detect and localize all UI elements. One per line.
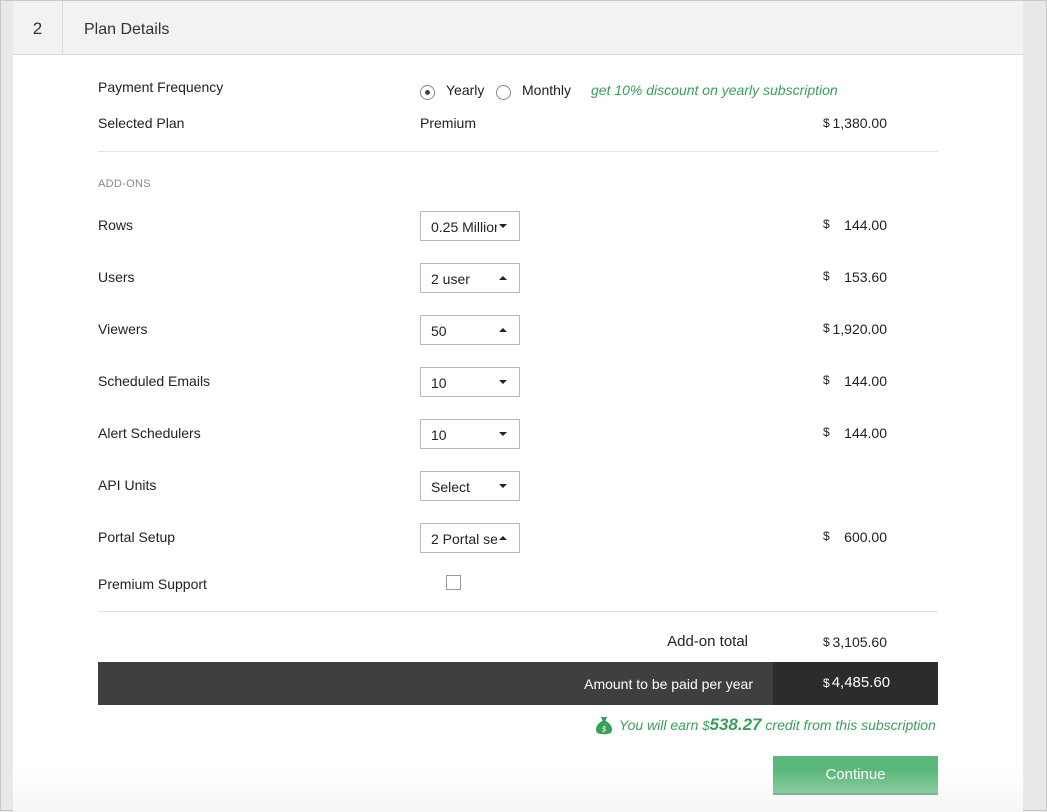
- yearly-radio[interactable]: [420, 85, 435, 100]
- payment-frequency-label: Payment Frequency: [98, 79, 224, 95]
- viewers-select[interactable]: 50: [420, 315, 520, 345]
- select-value: 2 user: [431, 271, 470, 287]
- addon-label: Premium Support: [98, 576, 207, 592]
- chevron-up-icon: [499, 328, 507, 332]
- divider: [98, 151, 938, 152]
- chevron-up-icon: [499, 536, 507, 540]
- step-title: Plan Details: [84, 21, 170, 38]
- currency-symbol: $: [823, 529, 830, 543]
- addon-label: Portal Setup: [98, 529, 176, 545]
- window-frame: 2 Plan Details Payment Frequency Yearly …: [0, 0, 1047, 812]
- currency-symbol: $: [823, 373, 830, 387]
- addons-heading: ADD-ONS: [98, 178, 151, 190]
- divider: [98, 611, 938, 612]
- monthly-radio-label[interactable]: Monthly: [522, 82, 571, 98]
- addon-total-label: Add-on total: [667, 633, 748, 650]
- addon-label: Alert Schedulers: [98, 425, 201, 441]
- currency-symbol: $: [823, 116, 830, 130]
- select-value: 0.25 Million: [431, 219, 497, 235]
- premium-support-checkbox[interactable]: [446, 575, 461, 590]
- rows-select[interactable]: 0.25 Million: [420, 211, 520, 241]
- credit-note: $ You will earn $538.27 credit from this…: [595, 713, 938, 739]
- alert-schedulers-select[interactable]: 10: [420, 419, 520, 449]
- currency-symbol: $: [823, 269, 830, 283]
- addon-label: Scheduled Emails: [98, 373, 211, 389]
- select-value: 50: [431, 323, 447, 339]
- chevron-down-icon: [499, 432, 507, 436]
- price-amount: 600.00: [844, 529, 887, 545]
- grand-total-value: $4,485.60: [823, 674, 890, 691]
- price-amount: 3,105.60: [832, 634, 888, 650]
- step-header: 2 Plan Details: [13, 1, 1023, 55]
- price-amount: 144.00: [844, 217, 887, 233]
- portal-setup-select[interactable]: 2 Portal setup: [420, 523, 520, 553]
- select-value: 10: [431, 375, 447, 391]
- yearly-radio-label[interactable]: Yearly: [446, 82, 484, 98]
- currency-symbol: $: [702, 718, 710, 733]
- chevron-down-icon: [499, 484, 507, 488]
- currency-symbol: $: [823, 217, 830, 231]
- selected-plan-value: Premium: [420, 115, 477, 131]
- price-amount: 1,920.00: [832, 321, 888, 337]
- chevron-up-icon: [499, 276, 507, 280]
- select-value: 2 Portal setup: [431, 531, 497, 547]
- svg-text:$: $: [601, 725, 606, 734]
- credit-prefix: You will earn: [619, 717, 699, 733]
- credit-text: You will earn $538.27 credit from this s…: [619, 715, 936, 735]
- addon-label: Rows: [98, 217, 134, 233]
- scheduled-emails-select[interactable]: 10: [420, 367, 520, 397]
- price-amount: 144.00: [844, 425, 887, 441]
- select-value: 10: [431, 427, 447, 443]
- chevron-down-icon: [499, 380, 507, 384]
- price-amount: 144.00: [844, 373, 887, 389]
- addon-label: API Units: [98, 477, 157, 493]
- grand-total-value-box: $4,485.60: [773, 662, 938, 705]
- api-units-select[interactable]: Select: [420, 471, 520, 501]
- money-bag-icon: $: [596, 717, 612, 735]
- select-value: Select: [431, 479, 470, 495]
- yearly-discount-note: get 10% discount on yearly subscription: [591, 82, 838, 98]
- currency-symbol: $: [823, 635, 830, 649]
- price-amount: 4,485.60: [831, 674, 891, 691]
- addon-label: Users: [98, 269, 135, 285]
- currency-symbol: $: [823, 321, 830, 335]
- plan-details-panel: 2 Plan Details Payment Frequency Yearly …: [13, 1, 1023, 812]
- grand-total-bar: Amount to be paid per year $4,485.60: [98, 662, 938, 705]
- grand-total-label: Amount to be paid per year: [584, 676, 753, 692]
- currency-symbol: $: [823, 425, 830, 439]
- step-number: 2: [13, 1, 63, 55]
- monthly-radio[interactable]: [496, 85, 511, 100]
- addon-label: Viewers: [98, 321, 148, 337]
- price-amount: 1,380.00: [832, 115, 888, 131]
- chevron-down-icon: [499, 224, 507, 228]
- currency-symbol: $: [823, 676, 830, 690]
- users-select[interactable]: 2 user: [420, 263, 520, 293]
- credit-suffix: credit from this subscription: [765, 717, 936, 733]
- selected-plan-label: Selected Plan: [98, 115, 185, 131]
- continue-button[interactable]: Continue: [773, 756, 938, 795]
- price-amount: 153.60: [844, 269, 887, 285]
- credit-amount: 538.27: [709, 715, 762, 734]
